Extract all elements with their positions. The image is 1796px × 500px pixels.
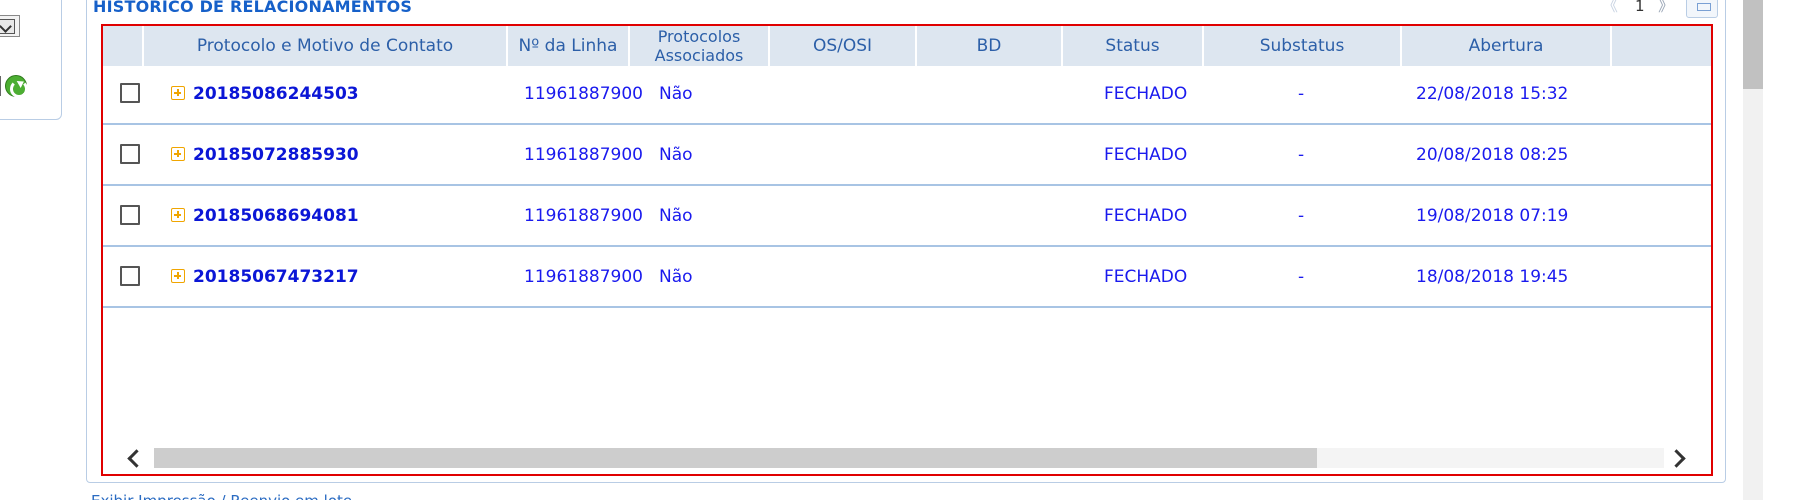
substatus-text: - [1298,206,1305,226]
expand-icon[interactable] [171,147,185,161]
print-resend-link[interactable]: Exibir Impressão / Reenvio em lote [91,492,352,500]
substatus-text: - [1298,145,1305,165]
protocol-link[interactable]: 20185086244503 [193,84,359,104]
column-header-linha[interactable]: Nº da Linha [508,26,630,66]
history-table: Protocolo e Motivo de Contato Nº da Linh… [101,24,1713,476]
status-text: FECHADO [1104,84,1188,104]
protocol-link[interactable]: 20185067473217 [193,267,359,287]
line-number: 11961887900 [524,84,643,104]
chevron-left-icon[interactable]: 《 [1602,0,1618,14]
row-checkbox[interactable] [120,205,140,225]
protocol-link[interactable]: 20185068694081 [193,206,359,226]
expand-icon[interactable] [171,208,185,222]
expand-icon[interactable] [171,86,185,100]
refresh-icon[interactable] [5,75,28,98]
row-checkbox[interactable] [120,144,140,164]
pager: 《 1 》 [1602,0,1692,15]
filter-select[interactable] [0,15,20,37]
substatus-text: - [1298,267,1305,287]
opening-date: 20/08/2018 08:25 [1416,145,1569,165]
associated-protocols: Não [659,267,693,287]
status-text: FECHADO [1104,267,1188,287]
horizontal-scrollbar[interactable] [103,446,1711,470]
row-checkbox[interactable] [120,266,140,286]
line-number: 11961887900 [524,145,643,165]
status-text: FECHADO [1104,206,1188,226]
scroll-thumb[interactable] [154,448,1317,468]
opening-date: 22/08/2018 15:32 [1416,84,1569,104]
substatus-text: - [1298,84,1305,104]
page-root: HISTORICO DE RELACIONAMENTOS 《 1 》 Proto… [0,0,1796,500]
vertical-scroll-thumb[interactable] [1743,0,1763,89]
protocol-link[interactable]: 20185072885930 [193,145,359,165]
table-header: Protocolo e Motivo de Contato Nº da Linh… [103,26,1711,66]
line-number: 11961887900 [524,206,643,226]
opening-date: 19/08/2018 07:19 [1416,206,1569,226]
scroll-left-icon[interactable] [127,449,146,468]
line-number: 11961887900 [524,267,643,287]
filter-panel [0,0,62,120]
column-header-abertura[interactable]: Abertura [1402,26,1612,66]
table-row[interactable]: 20185086244503 11961887900 Não FECHADO -… [103,66,1711,125]
vertical-scrollbar[interactable] [1743,0,1763,500]
select-all-header[interactable] [103,26,144,66]
minimize-icon[interactable] [1686,0,1718,18]
expand-icon[interactable] [171,269,185,283]
associated-protocols: Não [659,206,693,226]
column-header-substatus[interactable]: Substatus [1204,26,1402,66]
associated-protocols: Não [659,145,693,165]
page-number[interactable]: 1 [1635,0,1645,14]
chevron-right-icon[interactable]: 》 [1658,0,1674,14]
row-checkbox[interactable] [120,83,140,103]
filter-checkbox[interactable] [0,76,1,96]
chevron-down-icon[interactable] [0,19,15,34]
associated-protocols: Não [659,84,693,104]
column-header-associados[interactable]: Protocolos Associados [630,26,770,66]
scroll-right-icon[interactable] [1667,449,1686,468]
table-row[interactable]: 20185072885930 11961887900 Não FECHADO -… [103,127,1711,186]
status-text: FECHADO [1104,145,1188,165]
table-row[interactable]: 20185067473217 11961887900 Não FECHADO -… [103,249,1711,308]
column-header-protocolo[interactable]: Protocolo e Motivo de Contato [144,26,508,66]
table-row[interactable]: 20185068694081 11961887900 Não FECHADO -… [103,188,1711,247]
column-header-bd[interactable]: BD [917,26,1063,66]
column-header-os[interactable]: OS/OSI [770,26,917,66]
column-header-status[interactable]: Status [1063,26,1204,66]
panel-title: HISTORICO DE RELACIONAMENTOS [93,0,413,16]
opening-date: 18/08/2018 19:45 [1416,267,1569,287]
